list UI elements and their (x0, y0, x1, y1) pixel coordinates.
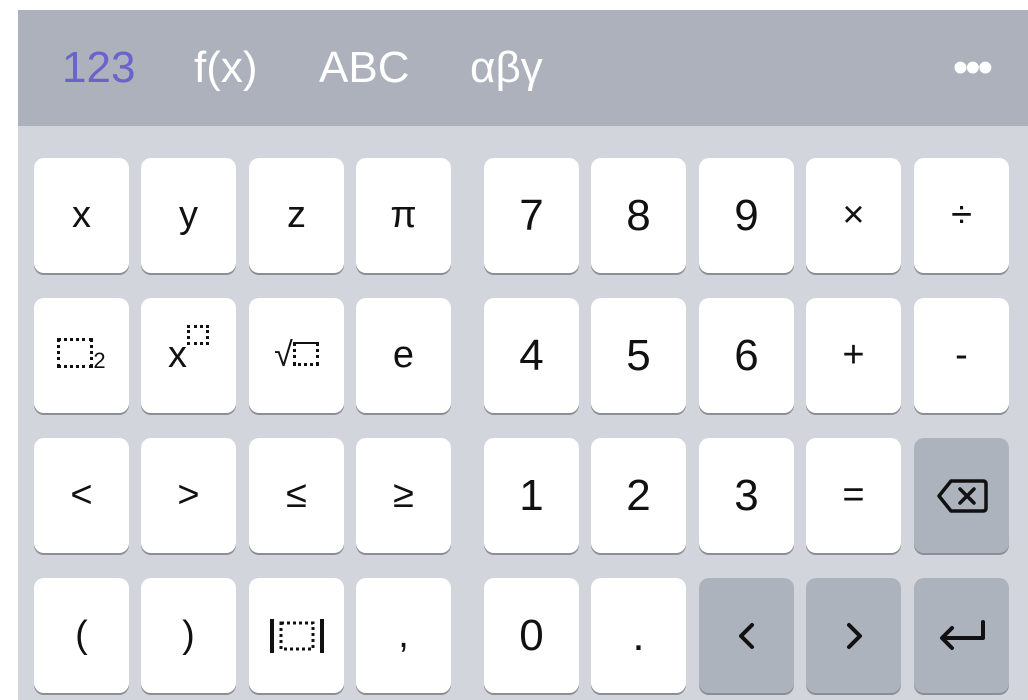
key-multiply[interactable]: × (806, 158, 901, 273)
key-greater-than[interactable]: > (141, 438, 236, 553)
key-label: z (287, 194, 306, 236)
key-label: . (632, 610, 645, 660)
key-4[interactable]: 4 (484, 298, 579, 413)
key-label: 3 (734, 470, 759, 520)
key-e[interactable]: e (356, 298, 451, 413)
key-1[interactable]: 1 (484, 438, 579, 553)
key-3[interactable]: 3 (699, 438, 794, 553)
tab-functions[interactable]: f(x) (194, 40, 258, 96)
key-square[interactable]: 2 (34, 298, 129, 413)
tab-numbers[interactable]: 123 (62, 40, 135, 96)
key-5[interactable]: 5 (591, 298, 686, 413)
key-y[interactable]: y (141, 158, 236, 273)
root-sign: √ (274, 336, 293, 374)
key-7[interactable]: 7 (484, 158, 579, 273)
power-base-x: x (168, 334, 187, 376)
key-power[interactable]: x (141, 298, 236, 413)
superscript-2: 2 (93, 347, 106, 373)
backspace-button[interactable] (914, 438, 1009, 553)
key-0[interactable]: 0 (484, 578, 579, 693)
power-template-icon: x (168, 325, 209, 377)
tab-letters[interactable]: ABC (319, 40, 409, 96)
key-decimal-point[interactable]: . (591, 578, 686, 693)
exponent-box-icon (187, 325, 209, 345)
key-divide[interactable]: ÷ (914, 158, 1009, 273)
key-9[interactable]: 9 (699, 158, 794, 273)
backspace-icon (936, 478, 988, 513)
key-label: x (72, 194, 91, 236)
keyboard-tab-bar: 123 f(x) ABC αβγ ••• (18, 10, 1028, 126)
key-label: + (842, 334, 865, 376)
key-z[interactable]: z (249, 158, 344, 273)
more-options-icon[interactable]: ••• (953, 44, 993, 92)
absolute-value-icon (269, 618, 324, 653)
key-label: 9 (734, 190, 759, 240)
key-2[interactable]: 2 (591, 438, 686, 553)
key-label: 4 (519, 330, 544, 380)
key-plus[interactable]: + (806, 298, 901, 413)
key-label: ÷ (951, 194, 972, 236)
square-template-icon: 2 (57, 337, 106, 374)
key-label: > (177, 474, 200, 516)
key-8[interactable]: 8 (591, 158, 686, 273)
key-comma[interactable]: , (356, 578, 451, 693)
key-label: 7 (519, 190, 544, 240)
key-label: 6 (734, 330, 759, 380)
key-label: 2 (626, 470, 651, 520)
key-less-equal[interactable]: ≤ (249, 438, 344, 553)
key-absolute-value[interactable] (249, 578, 344, 693)
sqrt-template-icon: √ (274, 336, 319, 375)
key-label: ≤ (286, 474, 307, 516)
key-label: , (398, 614, 409, 656)
cursor-left-button[interactable] (699, 578, 794, 693)
key-label: < (70, 474, 93, 516)
math-keyboard: 123 f(x) ABC αβγ ••• x y z π 7 8 9 × ÷ 2… (18, 10, 1028, 700)
key-label: y (179, 194, 198, 236)
placeholder-box-icon (57, 337, 94, 368)
key-label: ≥ (393, 474, 414, 516)
key-x[interactable]: x (34, 158, 129, 273)
key-label: π (390, 194, 417, 236)
key-label: 0 (519, 610, 544, 660)
return-arrow-icon (939, 619, 985, 650)
key-label: 8 (626, 190, 651, 240)
tab-greek[interactable]: αβγ (470, 40, 543, 96)
radicand-box-icon (292, 342, 319, 366)
key-pi[interactable]: π (356, 158, 451, 273)
key-equals[interactable]: = (806, 438, 901, 553)
chevron-left-icon (738, 622, 754, 649)
key-label: e (392, 334, 415, 376)
key-close-paren[interactable]: ) (141, 578, 236, 693)
key-label: = (842, 474, 865, 516)
key-greater-equal[interactable]: ≥ (356, 438, 451, 553)
cursor-right-button[interactable] (806, 578, 901, 693)
key-6[interactable]: 6 (699, 298, 794, 413)
key-label: ) (182, 614, 195, 656)
key-minus[interactable]: - (914, 298, 1009, 413)
key-label: 5 (626, 330, 651, 380)
key-label: 1 (519, 470, 544, 520)
key-label: ( (75, 614, 88, 656)
key-open-paren[interactable]: ( (34, 578, 129, 693)
key-less-than[interactable]: < (34, 438, 129, 553)
enter-button[interactable] (914, 578, 1009, 693)
key-label: - (955, 334, 968, 376)
chevron-right-icon (846, 622, 862, 649)
key-sqrt[interactable]: √ (249, 298, 344, 413)
key-label: × (842, 194, 865, 236)
